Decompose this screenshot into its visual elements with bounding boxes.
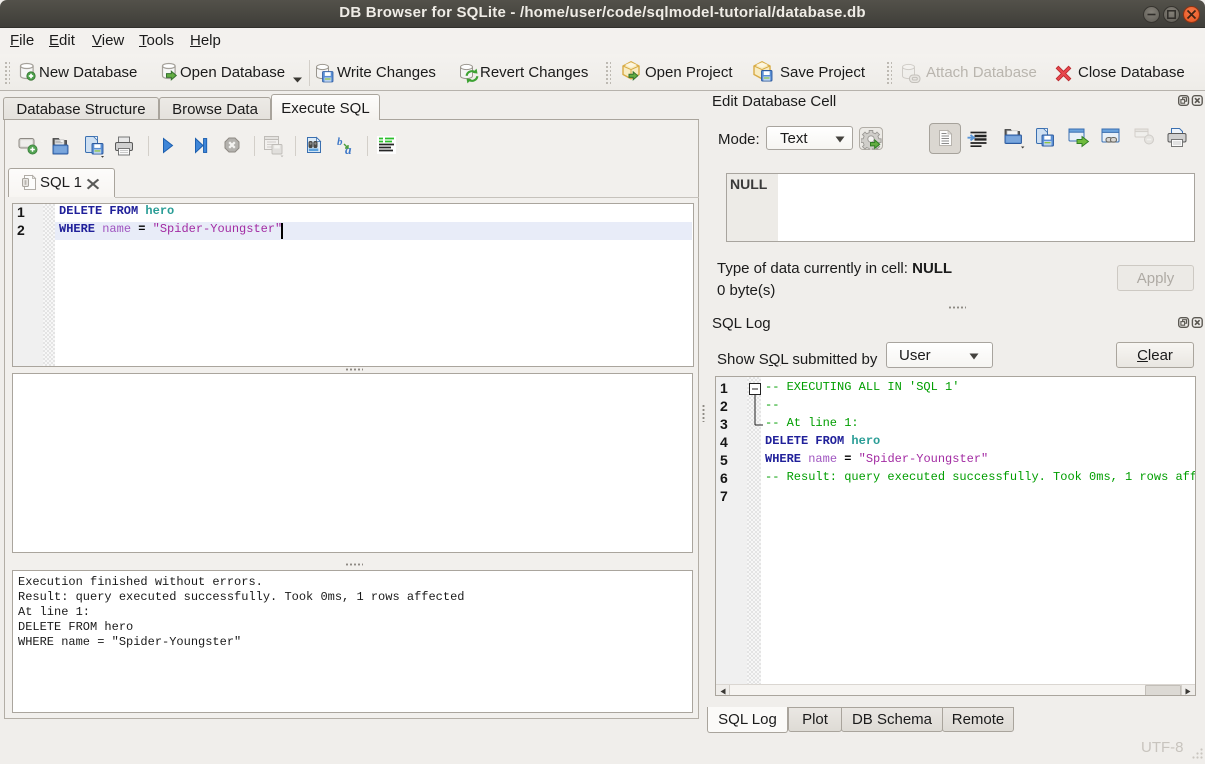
svg-text:b: b [337, 136, 343, 148]
svg-text:a: a [345, 142, 352, 156]
